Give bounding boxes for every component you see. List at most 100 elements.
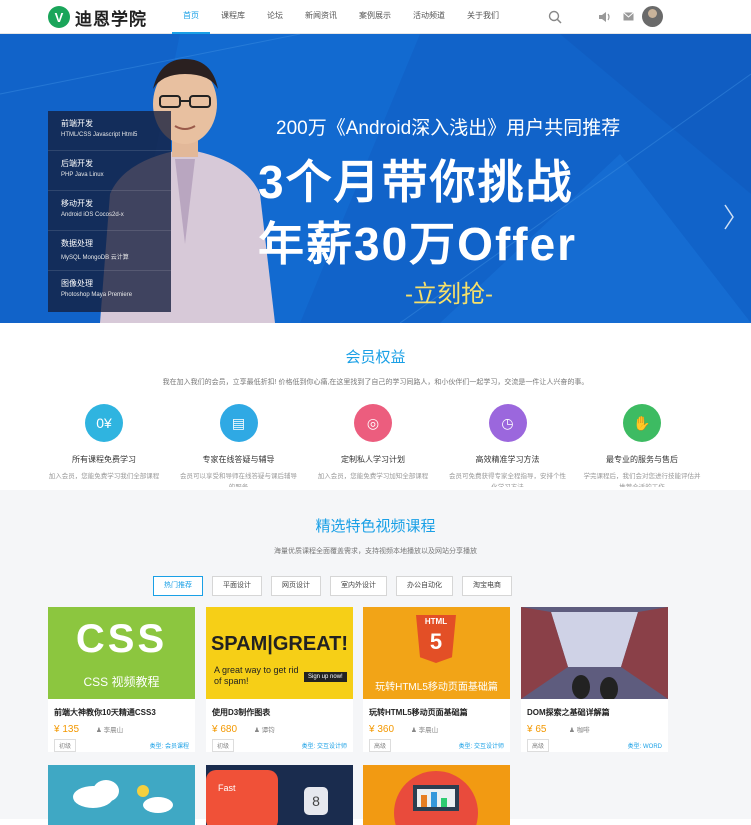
course-card[interactable]: CSS CSS 视频教程 前端大神教你10天精通CSS3 ¥ 135 ♟ 李晨山… bbox=[48, 607, 195, 752]
volume-icon[interactable] bbox=[598, 11, 612, 23]
nav-item-cases[interactable]: 案例展示 bbox=[348, 0, 402, 34]
banner-headline-2: 年薪30万Offer bbox=[258, 218, 578, 270]
banner-subtitle: 200万《Android深入浅出》用户共同推荐 bbox=[276, 118, 621, 139]
benefit-title: 高效精准学习方法 bbox=[475, 455, 540, 464]
target-icon: ◎ bbox=[354, 404, 392, 442]
course-tabs: 热门推荐 平面设计 网页设计 室内外设计 办公自动化 淘宝电商 bbox=[153, 576, 521, 596]
course-price: ¥ 680 bbox=[212, 723, 238, 735]
user-icon: ♟ bbox=[411, 727, 419, 734]
course-card[interactable] bbox=[363, 765, 510, 825]
category-backend[interactable]: 后端开发 PHP Java Linux bbox=[48, 151, 171, 191]
benefit-item[interactable]: ✋ 最专业的服务与售后 学完课程后，我们会对您进行技能评估并推荐合适的工作 bbox=[581, 404, 703, 490]
benefit-title: 专家在线答疑与辅导 bbox=[202, 455, 275, 464]
nav-item-course-library[interactable]: 课程库 bbox=[210, 0, 256, 34]
course-thumbnail bbox=[521, 607, 668, 699]
course-meta: ¥ 65 ♟ 咖啡 bbox=[521, 718, 668, 736]
nav-item-events[interactable]: 活动频道 bbox=[402, 0, 456, 34]
benefit-item[interactable]: ◎ 定制私人学习计划 加入会员，您能免费学习加知全部课程 bbox=[312, 404, 434, 490]
benefits-title: 会员权益 bbox=[345, 349, 406, 366]
benefits-desc: 我在加入我们的会员，立享最低折扣! 价格低到你心痛,在这里找到了自己的学习同路人… bbox=[162, 379, 589, 386]
course-card[interactable]: Fast 8 bbox=[206, 765, 353, 825]
thumb-subtext: 玩转HTML5移动页面基础篇 bbox=[375, 682, 498, 693]
course-footer: 高级 类型: 交互设计师 bbox=[363, 736, 510, 752]
benefit-desc: 会员可免费获得专家全程指导，安排个性化学习方法 bbox=[449, 473, 566, 487]
logo[interactable]: V 迪恩学院 bbox=[48, 6, 147, 29]
thumb-text: CSS bbox=[75, 617, 168, 661]
course-thumbnail: CSS CSS 视频教程 bbox=[48, 607, 195, 699]
course-type[interactable]: 类型: 交互设计师 bbox=[459, 741, 504, 750]
chevron-right-icon[interactable] bbox=[722, 202, 736, 232]
course-teacher: ♟ 李晨山 bbox=[96, 727, 124, 734]
category-data[interactable]: 数据处理 MySQL MongoDB 云计算 bbox=[48, 231, 171, 271]
course-type[interactable]: 类型: 会员课程 bbox=[150, 741, 189, 750]
thumb-badge: 8 bbox=[304, 787, 328, 815]
category-sub: Photoshop Maya Premiere bbox=[61, 292, 133, 298]
user-avatar[interactable] bbox=[642, 6, 663, 27]
certificate-icon: ▤ bbox=[219, 404, 258, 442]
course-footer: 高级 类型: WORD bbox=[521, 736, 668, 752]
course-meta: ¥ 135 ♟ 李晨山 bbox=[48, 718, 195, 736]
category-title: 前端开发 bbox=[61, 119, 93, 128]
banner-cta[interactable]: -立刻抢- bbox=[405, 274, 493, 309]
tab-interior-design[interactable]: 室内外设计 bbox=[330, 576, 387, 596]
theater-illustration bbox=[521, 607, 668, 699]
course-price: ¥ 135 bbox=[54, 723, 80, 735]
course-level: 高级 bbox=[527, 739, 550, 752]
category-image[interactable]: 图像处理 Photoshop Maya Premiere bbox=[48, 271, 171, 311]
course-level: 初级 bbox=[54, 739, 77, 752]
course-card[interactable]: HTML 5 玩转HTML5移动页面基础篇 玩转HTML5移动页面基础篇 ¥ 3… bbox=[363, 607, 510, 752]
thumb-subtext: CSS 视频教程 bbox=[83, 675, 160, 689]
user-icon: ♟ bbox=[254, 727, 262, 734]
analytics-illustration bbox=[394, 771, 478, 825]
course-type[interactable]: 类型: 交互设计师 bbox=[302, 741, 347, 750]
category-sub: PHP Java Linux bbox=[61, 172, 104, 178]
category-menu: 前端开发 HTML/CSS Javascript Html5 后端开发 PHP … bbox=[48, 111, 171, 312]
category-mobile[interactable]: 移动开发 Android iOS Cocos2d-x bbox=[48, 191, 171, 231]
user-icon: ♟ bbox=[96, 727, 104, 734]
course-card[interactable]: SPAM|GREAT! A great way to get rid of sp… bbox=[206, 607, 353, 752]
courses-desc: 海量优质课程全面覆盖需求，支持视频本地播放以及网站分享播放 bbox=[274, 548, 477, 555]
course-teacher: ♟ 谭钧 bbox=[254, 727, 275, 734]
benefit-title: 定制私人学习计划 bbox=[341, 455, 405, 464]
course-footer: 初级 类型: 交互设计师 bbox=[206, 736, 353, 752]
course-title: 前端大神教你10天精通CSS3 bbox=[54, 708, 156, 717]
course-card[interactable] bbox=[48, 765, 195, 825]
tab-web-design[interactable]: 网页设计 bbox=[271, 576, 321, 596]
search-icon[interactable] bbox=[548, 10, 562, 24]
category-title: 图像处理 bbox=[61, 279, 93, 288]
tab-hot[interactable]: 热门推荐 bbox=[153, 576, 203, 596]
course-thumbnail: SPAM|GREAT! A great way to get rid of sp… bbox=[206, 607, 353, 699]
mail-icon[interactable] bbox=[623, 12, 634, 21]
benefit-desc: 学完课程后，我们会对您进行技能评估并推荐合适的工作 bbox=[583, 473, 701, 487]
tab-office[interactable]: 办公自动化 bbox=[396, 576, 453, 596]
hero-banner[interactable]: 前端开发 HTML/CSS Javascript Html5 后端开发 PHP … bbox=[0, 34, 751, 323]
tab-graphic-design[interactable]: 平面设计 bbox=[212, 576, 262, 596]
benefit-desc: 会员可以享受和导师在线答疑与课后辅导的服务 bbox=[180, 473, 297, 487]
thumb-text: SPAM|GREAT! bbox=[210, 633, 349, 655]
site-header: V 迪恩学院 首页 课程库 论坛 新闻资讯 案例展示 活动频道 关于我们 bbox=[0, 0, 751, 34]
nav-item-forum[interactable]: 论坛 bbox=[256, 0, 294, 34]
course-level: 高级 bbox=[369, 739, 392, 752]
thumb-text: HTML bbox=[424, 617, 448, 626]
category-frontend[interactable]: 前端开发 HTML/CSS Javascript Html5 bbox=[48, 111, 171, 151]
benefit-item[interactable]: ◷ 高效精准学习方法 会员可免费获得专家全程指导，安排个性化学习方法 bbox=[447, 404, 569, 490]
benefit-desc: 加入会员，您能免费学习加知全部课程 bbox=[317, 473, 429, 480]
course-price: ¥ 360 bbox=[369, 723, 395, 735]
logo-text: 迪恩学院 bbox=[75, 9, 147, 29]
main-nav: 首页 课程库 论坛 新闻资讯 案例展示 活动频道 关于我们 bbox=[172, 0, 510, 34]
category-sub: Android iOS Cocos2d-x bbox=[61, 212, 124, 218]
nav-item-about[interactable]: 关于我们 bbox=[456, 0, 510, 34]
course-card[interactable]: DOM探索之基础详解篇 ¥ 65 ♟ 咖啡 高级 类型: WORD bbox=[521, 607, 668, 752]
coin-icon: 0¥ bbox=[85, 404, 123, 442]
tab-ecommerce[interactable]: 淘宝电商 bbox=[462, 576, 512, 596]
benefits-list: 0¥ 所有课程免费学习 加入会员，您能免费学习我们全部课程 ▤ 专家在线答疑与辅… bbox=[43, 404, 703, 490]
benefit-item[interactable]: 0¥ 所有课程免费学习 加入会员，您能免费学习我们全部课程 bbox=[43, 404, 165, 490]
nav-item-news[interactable]: 新闻资讯 bbox=[294, 0, 348, 34]
course-title: DOM探索之基础详解篇 bbox=[527, 708, 610, 717]
swift-icon bbox=[206, 770, 278, 825]
cloud-illustration bbox=[73, 780, 173, 813]
nav-item-home[interactable]: 首页 bbox=[172, 0, 210, 34]
benefit-item[interactable]: ▤ 专家在线答疑与辅导 会员可以享受和导师在线答疑与课后辅导的服务 bbox=[178, 404, 300, 490]
course-type[interactable]: 类型: WORD bbox=[628, 741, 662, 750]
course-meta: ¥ 360 ♟ 李晨山 bbox=[363, 718, 510, 736]
